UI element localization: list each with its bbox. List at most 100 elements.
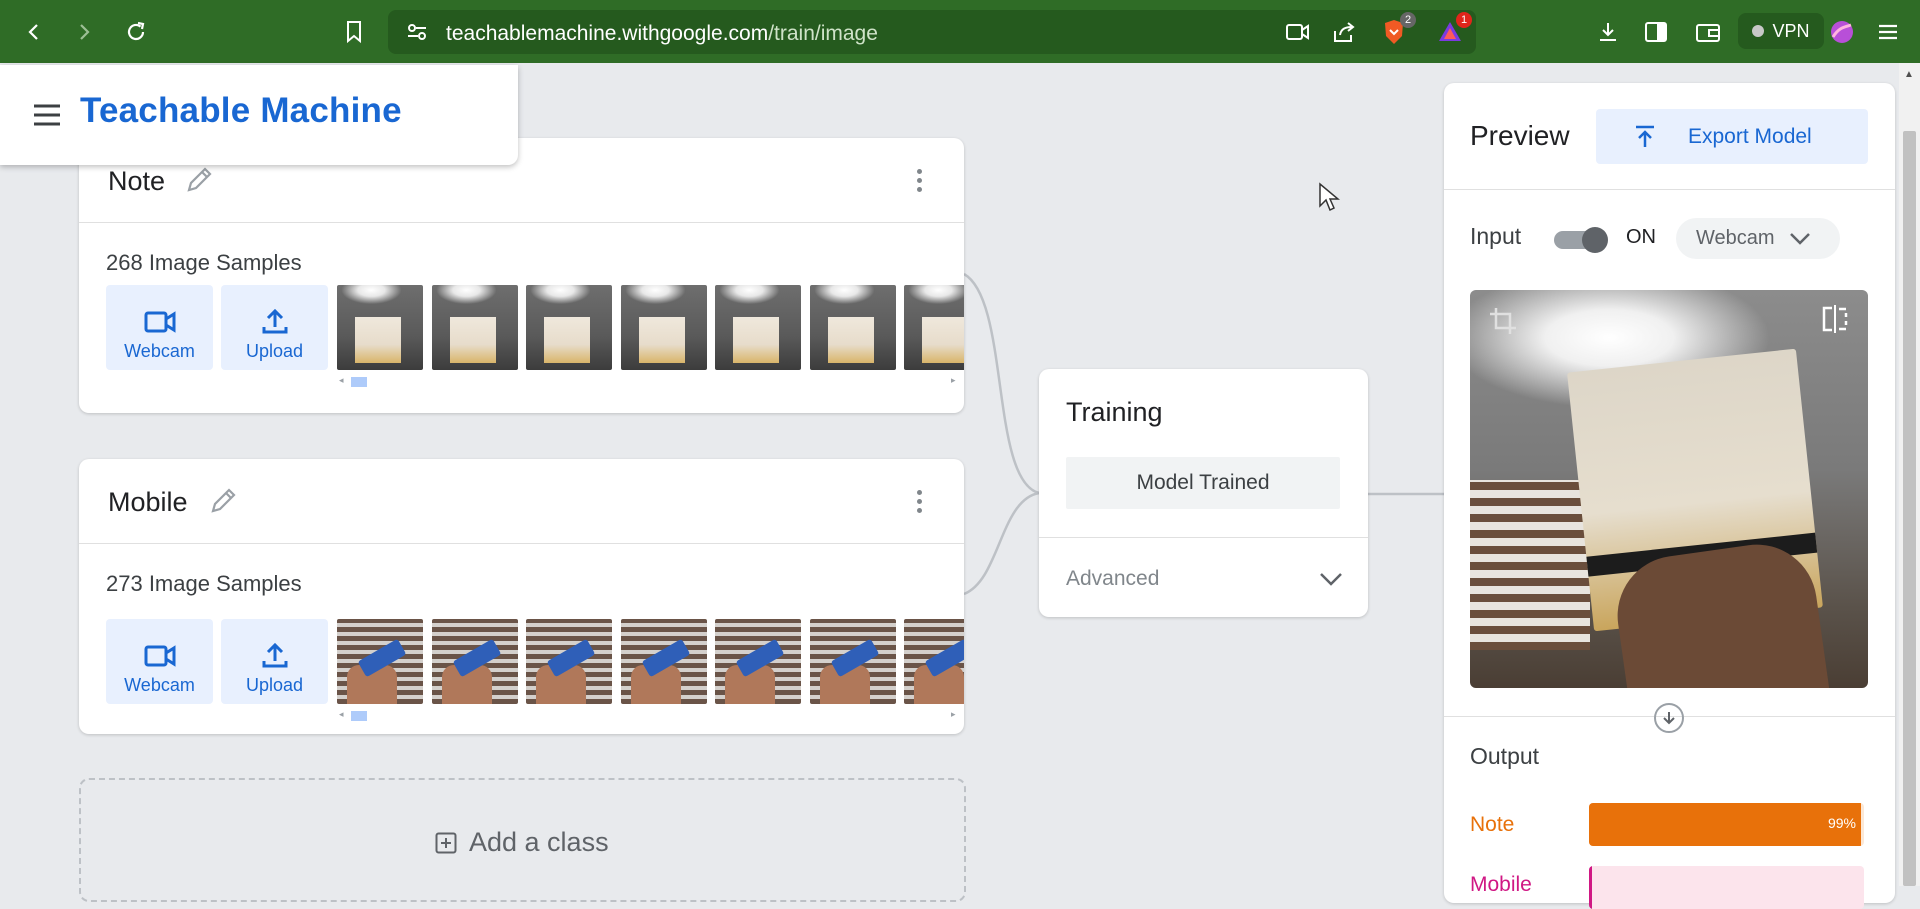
input-toggle-state: ON xyxy=(1626,226,1656,248)
sample-thumbnail[interactable] xyxy=(337,285,423,370)
sample-thumbnail[interactable] xyxy=(337,619,423,704)
webcam-button-label: Webcam xyxy=(124,675,195,695)
sample-thumbnail[interactable] xyxy=(621,619,707,704)
vpn-button[interactable]: VPN xyxy=(1738,13,1824,49)
export-model-label: Export Model xyxy=(1688,124,1812,148)
profile-button[interactable] xyxy=(1826,16,1858,48)
scroll-left-icon[interactable]: ◂ xyxy=(339,709,344,720)
sample-thumbnails xyxy=(337,619,964,704)
add-class-label-group: Add a class xyxy=(435,827,609,858)
forward-button[interactable] xyxy=(66,14,102,50)
site-settings-icon[interactable] xyxy=(406,22,428,42)
thumbnail-scrollbar[interactable]: ◂ ▸ xyxy=(337,375,964,387)
back-button[interactable] xyxy=(16,14,52,50)
share-button[interactable] xyxy=(1328,16,1360,48)
page-scrollbar[interactable]: ▲ xyxy=(1899,63,1920,886)
wallet-button[interactable] xyxy=(1692,16,1724,48)
confidence-fill xyxy=(1589,803,1862,846)
scroll-right-icon[interactable]: ▸ xyxy=(951,709,956,720)
sample-thumbnail[interactable] xyxy=(715,285,801,370)
sample-count: 268 Image Samples xyxy=(106,250,302,275)
confidence-bar-note: 99% xyxy=(1589,803,1864,846)
sample-thumbnails xyxy=(337,285,964,370)
upload-icon xyxy=(262,308,287,334)
brave-shields-button[interactable]: 2 xyxy=(1378,12,1416,48)
vpn-label: VPN xyxy=(1772,20,1810,41)
thumbnail-scrollbar[interactable]: ◂ ▸ xyxy=(337,709,964,721)
edit-pencil-icon[interactable] xyxy=(207,483,241,517)
bookmark-button[interactable] xyxy=(338,16,370,48)
url-path: /train/image xyxy=(768,22,878,45)
crop-icon[interactable] xyxy=(1488,306,1518,336)
add-class-button[interactable]: Add a class xyxy=(79,778,966,902)
rewards-button[interactable]: 1 xyxy=(1434,12,1472,48)
class-card-mobile: Mobile 273 Image Samples Webcam Upload ◂… xyxy=(79,459,964,734)
export-upload-icon xyxy=(1636,125,1654,147)
rewards-badge: 1 xyxy=(1456,12,1472,28)
scroll-left-icon[interactable]: ◂ xyxy=(339,375,344,386)
scroll-thumb[interactable] xyxy=(351,711,367,721)
sample-thumbnail[interactable] xyxy=(621,285,707,370)
confidence-percent: 99% xyxy=(1827,815,1856,831)
sample-thumbnail[interactable] xyxy=(810,285,896,370)
upload-button-label: Upload xyxy=(245,675,304,695)
class-options-menu-icon[interactable] xyxy=(909,166,929,196)
divider xyxy=(1039,537,1368,538)
sample-thumbnail[interactable] xyxy=(904,619,964,704)
output-label: Output xyxy=(1470,743,1540,769)
training-title: Training xyxy=(1066,397,1163,427)
edit-pencil-icon[interactable] xyxy=(183,162,217,196)
address-bar[interactable]: teachablemachine.withgoogle.com/train/im… xyxy=(388,10,1476,54)
scroll-right-icon[interactable]: ▸ xyxy=(951,375,956,386)
scroll-up-icon[interactable]: ▲ xyxy=(1904,69,1914,80)
webcam-button[interactable]: Webcam xyxy=(106,619,213,704)
sample-thumbnail[interactable] xyxy=(810,619,896,704)
back-arrow-icon xyxy=(28,24,38,40)
train-model-button[interactable]: Model Trained xyxy=(1066,457,1340,509)
confidence-fill xyxy=(1589,866,1592,909)
scroll-thumb[interactable] xyxy=(351,377,367,387)
hamburger-menu-icon[interactable] xyxy=(32,103,62,127)
connector-note-to-training xyxy=(963,272,1040,495)
input-toggle[interactable] xyxy=(1554,227,1608,253)
sample-thumbnail[interactable] xyxy=(715,619,801,704)
webcam-button[interactable]: Webcam xyxy=(106,285,213,370)
browser-menu-button[interactable] xyxy=(1872,16,1904,48)
video-camera-icon xyxy=(1286,24,1309,40)
page-scroll-thumb[interactable] xyxy=(1903,131,1916,886)
input-source-select[interactable]: Webcam xyxy=(1676,218,1840,259)
webcam-preview xyxy=(1470,290,1868,688)
sample-thumbnail[interactable] xyxy=(526,285,612,370)
confidence-bar-mobile xyxy=(1589,866,1864,909)
chevron-down-icon[interactable] xyxy=(1317,565,1345,593)
app-header: Teachable Machine xyxy=(0,65,518,165)
sample-thumbnail[interactable] xyxy=(432,619,518,704)
sample-thumbnail[interactable] xyxy=(526,619,612,704)
downloads-button[interactable] xyxy=(1592,16,1624,48)
app-title[interactable]: Teachable Machine xyxy=(80,91,402,131)
flip-horizontal-icon[interactable] xyxy=(1820,304,1850,334)
export-model-button[interactable]: Export Model xyxy=(1596,109,1868,164)
webcam-icon xyxy=(144,311,175,333)
upload-button[interactable]: Upload xyxy=(221,619,328,704)
reload-icon xyxy=(127,21,145,41)
output-class-label-mobile: Mobile xyxy=(1470,873,1532,896)
sample-thumbnail[interactable] xyxy=(904,285,964,370)
profile-avatar-icon xyxy=(1831,21,1853,43)
reload-button[interactable] xyxy=(118,14,154,50)
scroll-down-button[interactable] xyxy=(1654,703,1684,733)
mouse-cursor-icon xyxy=(1319,182,1340,212)
camera-permission-button[interactable] xyxy=(1282,16,1314,48)
sidebar-button[interactable] xyxy=(1640,16,1672,48)
upload-button[interactable]: Upload xyxy=(221,285,328,370)
class-card-header: Mobile xyxy=(79,459,964,544)
hamburger-menu-icon xyxy=(1879,24,1897,40)
class-name[interactable]: Note xyxy=(108,166,165,197)
advanced-toggle-label[interactable]: Advanced xyxy=(1066,567,1159,591)
sample-thumbnail[interactable] xyxy=(432,285,518,370)
class-name[interactable]: Mobile xyxy=(108,487,188,518)
sample-count: 273 Image Samples xyxy=(106,571,302,596)
arrow-down-icon xyxy=(1663,712,1675,725)
connector-mobile-to-training xyxy=(963,491,1040,596)
class-options-menu-icon[interactable] xyxy=(909,487,929,517)
